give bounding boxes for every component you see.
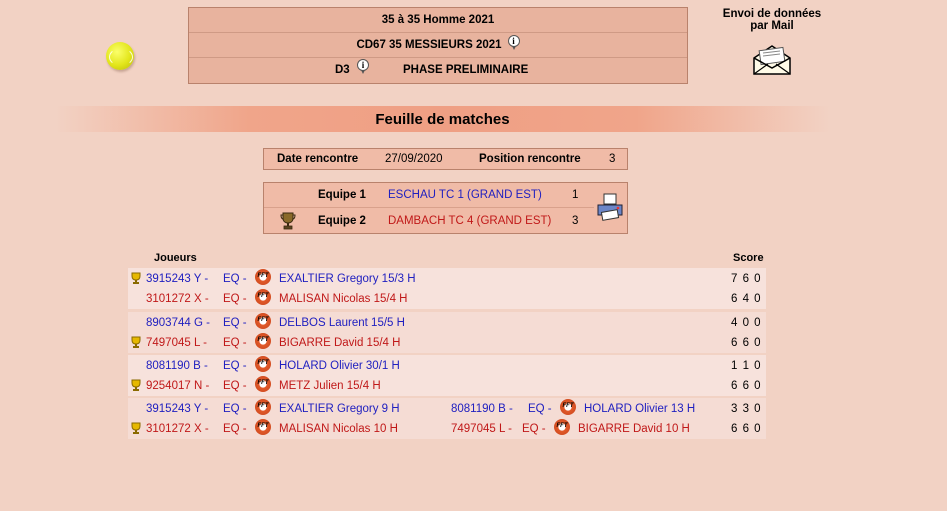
player-id: 3915243 Y - bbox=[146, 273, 209, 285]
score-value: 6 4 0 bbox=[731, 293, 762, 305]
player-id: 9254017 N - bbox=[146, 380, 210, 392]
mail-label-line2: par Mail bbox=[750, 20, 794, 32]
player-line: 8903744 G - EQ - DELBOS Laurent 15/5 H 4… bbox=[128, 313, 766, 333]
tennis-ball-icon bbox=[106, 42, 134, 70]
fft-logo-icon bbox=[560, 399, 576, 415]
score-value: 3 3 0 bbox=[731, 403, 762, 415]
player-line: 3101272 X - EQ - MALISAN Nicolas 15/4 H … bbox=[128, 289, 766, 309]
fft-logo-icon bbox=[255, 269, 271, 285]
eq-label: EQ - bbox=[223, 293, 247, 305]
player-line: 7497045 L - EQ - BIGARRE David 15/4 H 6 … bbox=[128, 333, 766, 353]
match-row-double: 3915243 Y - EQ - EXALTIER Gregory 9 H 80… bbox=[128, 398, 766, 439]
eq-label: EQ - bbox=[522, 423, 546, 435]
player-name-link[interactable]: MALISAN Nicolas 10 H bbox=[279, 423, 398, 435]
fft-logo-icon bbox=[255, 289, 271, 305]
score-column-header: Score bbox=[733, 252, 764, 264]
team-name-link[interactable]: DAMBACH TC 4 (GRAND EST) bbox=[388, 215, 551, 227]
fft-logo-icon bbox=[255, 399, 271, 415]
match-row: 8081190 B - EQ - HOLARD Olivier 30/1 H 1… bbox=[128, 355, 766, 396]
header-row-phase: D3 i PHASE PRELIMINAIRE bbox=[189, 58, 687, 83]
eq-label: EQ - bbox=[223, 360, 247, 372]
teams-panel: Equipe 1 ESCHAU TC 1 (GRAND EST) 1 Equip… bbox=[263, 182, 628, 234]
player-name-link[interactable]: BIGARRE David 15/4 H bbox=[279, 337, 400, 349]
team-label: Equipe 1 bbox=[318, 189, 366, 201]
player-name-link[interactable]: EXALTIER Gregory 9 H bbox=[279, 403, 400, 415]
page-title: Feuille de matches bbox=[55, 106, 830, 132]
players-column-header: Joueurs bbox=[154, 252, 197, 264]
info-icon[interactable]: i bbox=[357, 59, 369, 74]
winner-cup-icon bbox=[131, 379, 141, 391]
team-name-link[interactable]: ESCHAU TC 1 (GRAND EST) bbox=[388, 189, 542, 201]
send-mail-link[interactable]: Envoi de données par Mail bbox=[712, 8, 832, 32]
position-value: 3 bbox=[609, 153, 616, 165]
player-id: 3915243 Y - bbox=[146, 403, 209, 415]
player-line: 8081190 B - EQ - HOLARD Olivier 30/1 H 1… bbox=[128, 356, 766, 376]
winner-cup-icon bbox=[131, 336, 141, 348]
date-value: 27/09/2020 bbox=[385, 153, 443, 165]
fft-logo-icon bbox=[255, 356, 271, 372]
score-value: 6 6 0 bbox=[731, 337, 762, 349]
position-label: Position rencontre bbox=[479, 153, 581, 165]
competition-header: 35 à 35 Homme 2021 CD67 35 MESSIEURS 202… bbox=[188, 7, 688, 84]
winner-cup-icon bbox=[131, 422, 141, 434]
match-row: 3915243 Y - EQ - EXALTIER Gregory 15/3 H… bbox=[128, 268, 766, 309]
fft-logo-icon bbox=[255, 376, 271, 392]
eq-label: EQ - bbox=[223, 273, 247, 285]
eq-label: EQ - bbox=[223, 380, 247, 392]
printer-icon[interactable] bbox=[596, 193, 624, 221]
score-value: 6 6 0 bbox=[731, 380, 762, 392]
player-line: 3915243 Y - EQ - EXALTIER Gregory 15/3 H… bbox=[128, 269, 766, 289]
division-label: D3 bbox=[335, 64, 350, 76]
fft-logo-icon bbox=[255, 419, 271, 435]
player-line: 3915243 Y - EQ - EXALTIER Gregory 9 H 80… bbox=[128, 399, 766, 419]
player-id: 8081190 B - bbox=[451, 403, 513, 415]
team-score: 3 bbox=[572, 214, 579, 227]
score-value: 7 6 0 bbox=[731, 273, 762, 285]
eq-label: EQ - bbox=[528, 403, 552, 415]
player-name-link[interactable]: EXALTIER Gregory 15/3 H bbox=[279, 273, 416, 285]
score-value: 6 6 0 bbox=[731, 423, 762, 435]
team-label: Equipe 2 bbox=[318, 214, 366, 227]
player-name-link[interactable]: HOLARD Olivier 13 H bbox=[584, 403, 695, 415]
envelope-icon[interactable] bbox=[752, 44, 792, 76]
winner-cup-icon bbox=[131, 272, 141, 284]
date-label: Date rencontre bbox=[277, 153, 359, 165]
player-line: 3101272 X - EQ - MALISAN Nicolas 10 H 74… bbox=[128, 419, 766, 439]
competition-label: CD67 35 MESSIEURS 2021 bbox=[356, 39, 502, 51]
score-value: 4 0 0 bbox=[731, 317, 762, 329]
info-icon[interactable]: i bbox=[507, 35, 520, 50]
player-id: 7497045 L - bbox=[451, 423, 512, 435]
page-title-text: Feuille de matches bbox=[375, 110, 510, 128]
mail-label-line1: Envoi de données bbox=[722, 8, 822, 20]
player-id: 7497045 L - bbox=[146, 337, 207, 349]
player-id: 3101272 X - bbox=[146, 423, 209, 435]
player-id: 8081190 B - bbox=[146, 360, 208, 372]
eq-label: EQ - bbox=[223, 423, 247, 435]
match-row: 8903744 G - EQ - DELBOS Laurent 15/5 H 4… bbox=[128, 312, 766, 353]
player-id: 8903744 G - bbox=[146, 317, 210, 329]
player-name-link[interactable]: BIGARRE David 10 H bbox=[578, 423, 690, 435]
fft-logo-icon bbox=[255, 333, 271, 349]
trophy-icon bbox=[280, 212, 296, 230]
player-name-link[interactable]: METZ Julien 15/4 H bbox=[279, 380, 381, 392]
player-line: 9254017 N - EQ - METZ Julien 15/4 H 6 6 … bbox=[128, 376, 766, 396]
rencontre-info: Date rencontre 27/09/2020 Position renco… bbox=[263, 148, 628, 170]
fft-logo-icon bbox=[554, 419, 570, 435]
player-name-link[interactable]: MALISAN Nicolas 15/4 H bbox=[279, 293, 407, 305]
player-id: 3101272 X - bbox=[146, 293, 209, 305]
phase-label: PHASE PRELIMINAIRE bbox=[403, 64, 529, 76]
fft-logo-icon bbox=[255, 313, 271, 329]
category-label: 35 à 35 Homme 2021 bbox=[381, 14, 495, 26]
header-row-category: 35 à 35 Homme 2021 bbox=[189, 8, 687, 33]
header-row-competition: CD67 35 MESSIEURS 2021 i bbox=[189, 33, 687, 58]
player-name-link[interactable]: DELBOS Laurent 15/5 H bbox=[279, 317, 405, 329]
team-row: Equipe 1 ESCHAU TC 1 (GRAND EST) 1 bbox=[264, 183, 594, 208]
eq-label: EQ - bbox=[223, 317, 247, 329]
score-value: 1 1 0 bbox=[731, 360, 762, 372]
team-row: Equipe 2 DAMBACH TC 4 (GRAND EST) 3 bbox=[264, 208, 594, 233]
player-name-link[interactable]: HOLARD Olivier 30/1 H bbox=[279, 360, 400, 372]
eq-label: EQ - bbox=[223, 403, 247, 415]
team-score: 1 bbox=[572, 189, 579, 201]
eq-label: EQ - bbox=[223, 337, 247, 349]
